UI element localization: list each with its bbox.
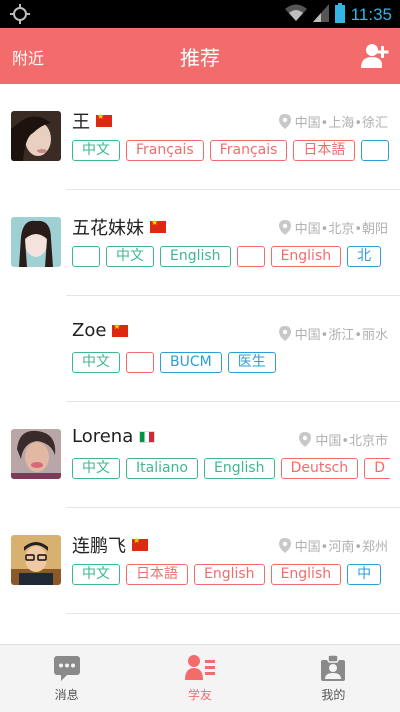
language-tag[interactable] [126,352,154,373]
user-name: Zoe [72,320,107,341]
profile-icon [320,654,346,686]
avatar[interactable] [11,111,61,161]
row-divider [66,613,400,614]
tag-list: 中文 English English 北 [72,246,390,270]
chat-icon [53,654,81,686]
bottom-nav: 消息 学友 我的 [0,644,400,712]
tag-list: 中文 Italiano English Deutsch D [72,458,390,482]
user-location: 中国•北京•朝阳 [278,218,388,237]
location-text: 中国•北京•朝阳 [294,222,388,237]
language-tag[interactable]: 中文 [72,352,120,373]
china-flag-icon [132,536,148,551]
user-location: 中国•河南•郑州 [278,536,388,555]
nav-messages[interactable]: 消息 [0,645,133,712]
language-tag[interactable] [72,246,100,267]
language-tag[interactable] [236,246,265,267]
user-list-item[interactable]: Zoe 中国•浙江•丽水中文 BUCM医生 [0,296,400,402]
user-name: Lorena [72,426,134,447]
language-tag[interactable]: English [160,246,231,267]
battery-icon [334,3,345,27]
china-flag-icon [150,218,166,233]
location-text: 中国•河南•郑州 [294,540,388,555]
user-location: 中国•浙江•丽水 [278,324,388,343]
language-tag[interactable]: 日本語 [126,564,188,585]
language-tag[interactable]: D [364,458,390,479]
language-tag[interactable]: Français [209,140,288,161]
user-list-item[interactable]: 连鹏飞中国•河南•郑州中文日本語EnglishEnglish中 [0,508,400,614]
language-tag[interactable]: Deutsch [280,458,359,479]
language-tag[interactable]: English [204,458,275,479]
language-tag[interactable]: 日本語 [293,140,356,161]
china-flag-icon [96,112,112,127]
user-list: 王中国•上海•徐汇中文FrançaisFrançais日本語五花妹妹中国•北京•… [0,84,400,644]
language-tag[interactable]: 中 [347,564,382,585]
user-name: 五花妹妹 [72,218,144,239]
nav-messages-label: 消息 [54,688,79,702]
status-bar: 11:35 [0,0,400,28]
nav-me[interactable]: 我的 [267,645,400,712]
avatar[interactable] [11,217,61,267]
page-title: 推荐 [180,46,220,70]
user-list-item[interactable]: 五花妹妹中国•北京•朝阳中文EnglishEnglish北 [0,190,400,296]
location-pin-icon [278,538,291,553]
tag-list: 中文 日本語 English English 中 [72,564,390,588]
user-list-item[interactable]: Lorena 中国•北京市中文 Italiano English Deutsch D [0,402,400,508]
language-tag[interactable]: 中文 [72,140,120,161]
language-tag[interactable]: 中文 [72,564,120,585]
language-tag[interactable]: Français [126,140,204,161]
language-tag[interactable]: English [270,246,342,267]
app-header: 附近 推荐 [0,28,400,84]
language-tag[interactable]: English [194,564,265,585]
user-location: 中国•北京市 [299,430,388,449]
china-flag-icon [112,322,129,337]
language-tag[interactable]: 北 [347,246,382,267]
wifi-icon [284,4,307,26]
language-tag[interactable]: 医生 [227,352,276,373]
signal-icon [312,4,329,26]
nav-me-label: 我的 [321,688,346,702]
user-location: 中国•上海•徐汇 [278,112,388,131]
location-pin-icon [299,432,312,447]
add-user-icon [361,44,389,68]
user-name: 王 [72,112,90,133]
language-tag[interactable]: English [270,564,342,585]
avatar[interactable] [11,429,61,479]
add-user-button[interactable] [360,41,390,71]
nav-classmates[interactable]: 学友 [133,645,266,712]
location-pin-icon [278,114,291,129]
tag-list: 中文 Français Français 日本語 [72,140,390,164]
contacts-icon [184,654,215,686]
language-tag[interactable]: 中文 [106,246,154,267]
location-pin-icon [278,220,291,235]
language-tag[interactable]: 中文 [72,458,120,479]
language-tag[interactable]: BUCM [160,352,222,373]
location-text: 中国•上海•徐汇 [294,116,388,131]
location-pin-icon [278,326,291,341]
status-time: 11:35 [350,5,392,24]
location-text: 中国•北京市 [315,434,388,449]
user-name: 连鹏飞 [72,536,126,557]
language-tag[interactable]: Italiano [126,458,198,479]
italy-flag-icon [139,430,156,443]
user-list-item[interactable]: 王中国•上海•徐汇中文FrançaisFrançais日本語 [0,84,400,190]
avatar[interactable] [11,535,61,585]
location-text: 中国•浙江•丽水 [294,328,388,343]
tag-list: 中文 BUCM 医生 [72,352,390,376]
language-tag[interactable] [361,140,390,161]
nav-classmates-label: 学友 [187,688,212,702]
gps-icon [10,4,30,28]
